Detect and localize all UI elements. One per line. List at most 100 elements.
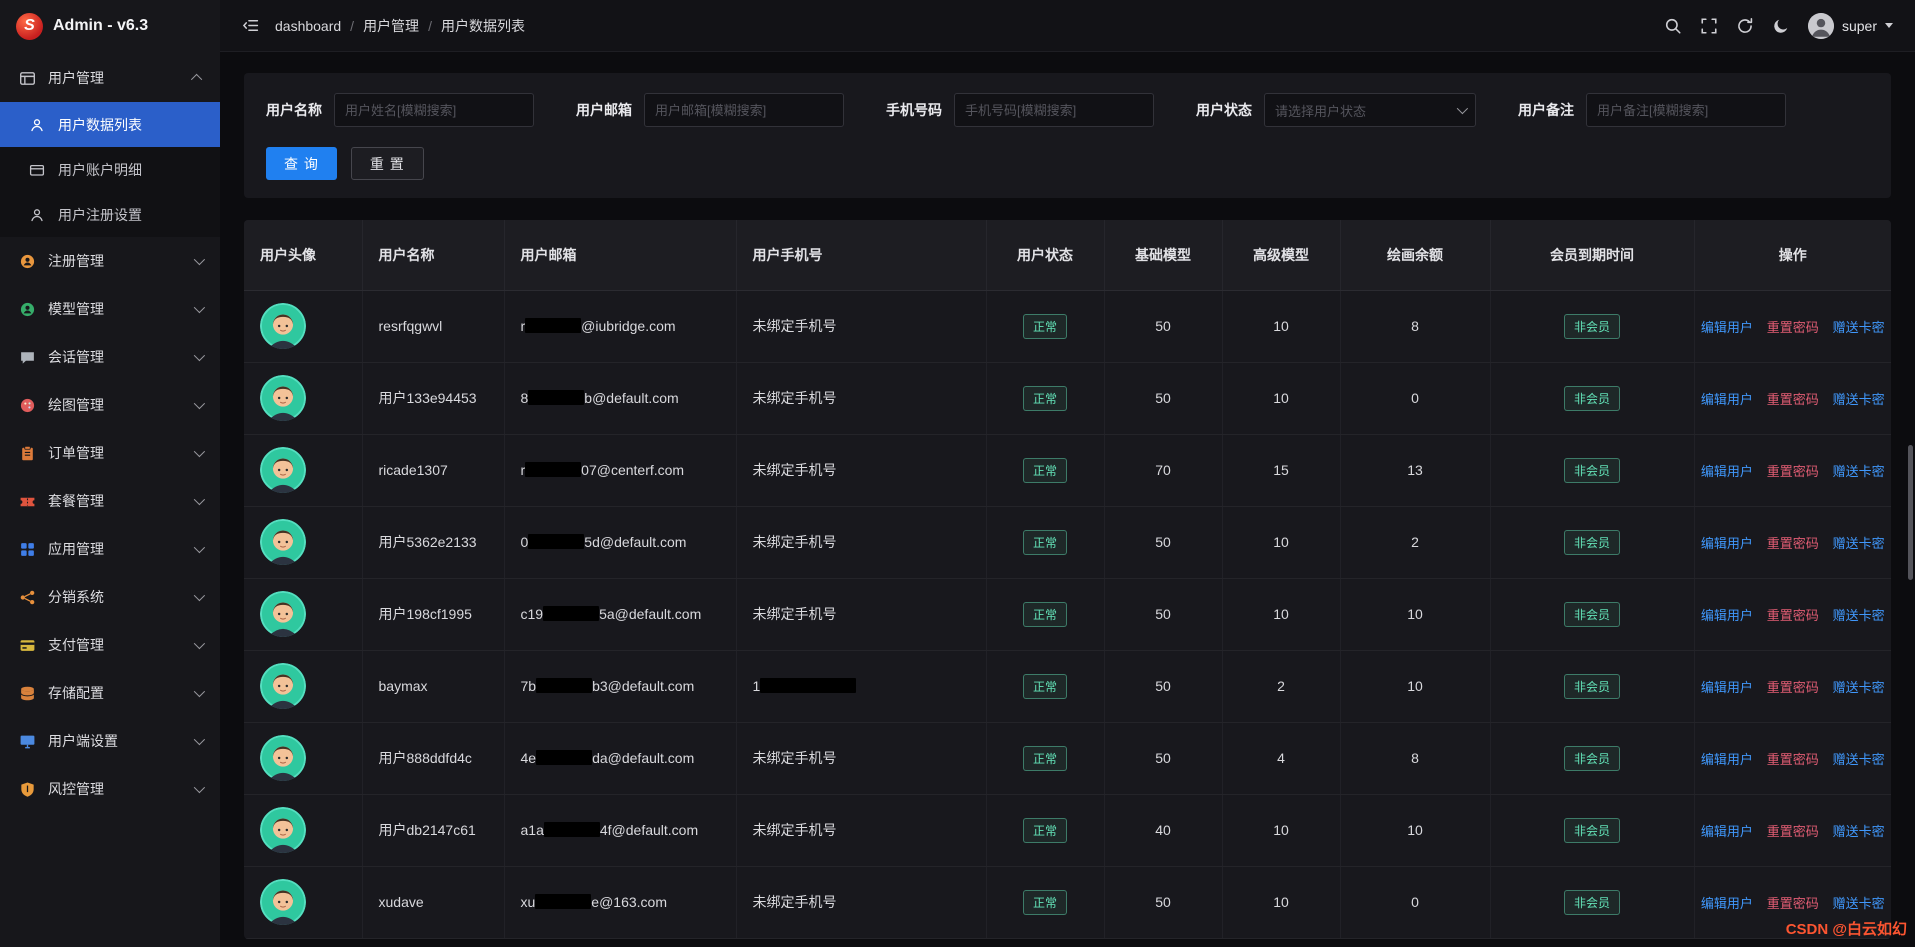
chevron-down-icon <box>193 397 206 410</box>
reset-password-link[interactable]: 重置密码 <box>1767 320 1819 335</box>
reset-password-link[interactable]: 重置密码 <box>1767 752 1819 767</box>
filter-input[interactable] <box>954 93 1154 127</box>
reset-password-link[interactable]: 重置密码 <box>1767 536 1819 551</box>
sidebar-group[interactable]: 用户管理 <box>0 54 220 102</box>
base-model-cell: 50 <box>1104 362 1223 435</box>
user-email-cell: xu e@163.com <box>504 866 737 939</box>
sidebar-group[interactable]: 支付管理 <box>0 621 220 669</box>
user-name-cell: 用户198cf1995 <box>362 578 505 651</box>
breadcrumb-item[interactable]: 用户管理 <box>363 16 419 36</box>
masked-text <box>760 678 857 693</box>
gift-card-link[interactable]: 赠送卡密 <box>1833 320 1885 335</box>
filter-panel: 用户名称 用户邮箱 手机号码 用户状态 请选择用户状态 用户备注 查 询 重 置 <box>244 73 1891 198</box>
gift-card-link[interactable]: 赠送卡密 <box>1833 464 1885 479</box>
breadcrumb-item[interactable]: 用户数据列表 <box>441 16 525 36</box>
gift-card-link[interactable]: 赠送卡密 <box>1833 392 1885 407</box>
sidebar-group[interactable]: 会话管理 <box>0 333 220 381</box>
advanced-model-cell: 4 <box>1222 722 1341 795</box>
edit-user-link[interactable]: 编辑用户 <box>1701 608 1753 623</box>
filter-input[interactable] <box>644 93 844 127</box>
user-menu[interactable]: super <box>1807 12 1893 39</box>
sidebar-group[interactable]: 绘图管理 <box>0 381 220 429</box>
gift-card-link[interactable]: 赠送卡密 <box>1833 752 1885 767</box>
column-header: 会员到期时间 <box>1490 220 1695 291</box>
sidebar-group[interactable]: 用户端设置 <box>0 717 220 765</box>
sidebar-group[interactable]: 风控管理 <box>0 765 220 813</box>
advanced-model-cell: 10 <box>1222 866 1341 939</box>
scrollbar[interactable] <box>1908 445 1913 580</box>
sidebar-group[interactable]: 应用管理 <box>0 525 220 573</box>
column-header: 用户名称 <box>362 220 505 291</box>
reset-password-link[interactable]: 重置密码 <box>1767 608 1819 623</box>
gift-card-link[interactable]: 赠送卡密 <box>1833 680 1885 695</box>
edit-user-link[interactable]: 编辑用户 <box>1701 680 1753 695</box>
user-avatar-icon <box>1807 12 1834 39</box>
gift-card-link[interactable]: 赠送卡密 <box>1833 608 1885 623</box>
sidebar-item[interactable]: 用户账户明细 <box>0 147 220 192</box>
user-status-select[interactable]: 请选择用户状态 <box>1264 93 1476 127</box>
base-model-cell: 50 <box>1104 722 1223 795</box>
member-badge: 非会员 <box>1563 601 1620 627</box>
actions-cell: 编辑用户 重置密码 赠送卡密 <box>1694 722 1891 795</box>
sidebar-group[interactable]: 套餐管理 <box>0 477 220 525</box>
edit-user-link[interactable]: 编辑用户 <box>1701 824 1753 839</box>
reset-password-link[interactable]: 重置密码 <box>1767 680 1819 695</box>
gift-card-link[interactable]: 赠送卡密 <box>1833 896 1885 911</box>
refresh-icon[interactable] <box>1736 17 1754 35</box>
edit-user-link[interactable]: 编辑用户 <box>1701 896 1753 911</box>
edit-user-link[interactable]: 编辑用户 <box>1701 392 1753 407</box>
member-badge: 非会员 <box>1563 457 1620 483</box>
breadcrumb-item[interactable]: dashboard <box>275 18 341 34</box>
sidebar-item[interactable]: 用户数据列表 <box>0 102 220 147</box>
filter-label: 用户状态 <box>1196 102 1252 118</box>
reset-password-link[interactable]: 重置密码 <box>1767 896 1819 911</box>
table-row: ricade1307 r 07@centerf.com 未绑定手机号 正常 70 … <box>244 434 1891 507</box>
user-email-cell: 4e da@default.com <box>504 722 737 795</box>
sidebar-group[interactable]: 订单管理 <box>0 429 220 477</box>
menu-fold-icon[interactable] <box>242 17 259 34</box>
reset-button[interactable]: 重 置 <box>350 147 424 180</box>
app-title: Admin - v6.3 <box>53 17 149 34</box>
filter-field: 用户状态 请选择用户状态 <box>1196 93 1476 127</box>
masked-text <box>535 894 592 909</box>
base-model-cell: 50 <box>1104 578 1223 651</box>
search-button[interactable]: 查 询 <box>266 147 337 180</box>
base-model-cell: 40 <box>1104 794 1223 867</box>
filter-input[interactable] <box>334 93 534 127</box>
reset-password-link[interactable]: 重置密码 <box>1767 824 1819 839</box>
logo[interactable]: S Admin - v6.3 <box>0 0 220 52</box>
shield-icon <box>18 780 36 798</box>
status-badge: 正常 <box>1022 529 1067 555</box>
filter-input[interactable] <box>1586 93 1786 127</box>
edit-user-link[interactable]: 编辑用户 <box>1701 536 1753 551</box>
drawing-balance-cell: 10 <box>1340 794 1491 867</box>
breadcrumb-separator: / <box>428 17 432 34</box>
sidebar-group[interactable]: 模型管理 <box>0 285 220 333</box>
search-icon[interactable] <box>1664 17 1682 35</box>
gift-card-link[interactable]: 赠送卡密 <box>1833 824 1885 839</box>
chevron-up-icon <box>190 73 203 86</box>
sidebar-group[interactable]: 存储配置 <box>0 669 220 717</box>
user-icon <box>28 206 46 224</box>
chevron-down-icon <box>193 589 206 602</box>
drawing-balance-cell: 8 <box>1340 722 1491 795</box>
edit-user-link[interactable]: 编辑用户 <box>1701 752 1753 767</box>
reset-password-link[interactable]: 重置密码 <box>1767 464 1819 479</box>
user-phone-cell: 未绑定手机号 <box>736 866 987 939</box>
db-icon <box>18 684 36 702</box>
actions-cell: 编辑用户 重置密码 赠送卡密 <box>1694 578 1891 651</box>
gift-card-link[interactable]: 赠送卡密 <box>1833 536 1885 551</box>
user-name-cell: 用户db2147c61 <box>362 794 505 867</box>
drawing-balance-cell: 10 <box>1340 578 1491 651</box>
edit-user-link[interactable]: 编辑用户 <box>1701 464 1753 479</box>
fullscreen-icon[interactable] <box>1700 17 1718 35</box>
edit-user-link[interactable]: 编辑用户 <box>1701 320 1753 335</box>
status-badge: 正常 <box>1022 457 1067 483</box>
reset-password-link[interactable]: 重置密码 <box>1767 392 1819 407</box>
sidebar-group[interactable]: 注册管理 <box>0 237 220 285</box>
user-email-cell: c19 5a@default.com <box>504 578 737 651</box>
chevron-down-icon <box>193 253 206 266</box>
sidebar-group[interactable]: 分销系统 <box>0 573 220 621</box>
moon-icon[interactable] <box>1772 17 1790 35</box>
sidebar-item[interactable]: 用户注册设置 <box>0 192 220 237</box>
